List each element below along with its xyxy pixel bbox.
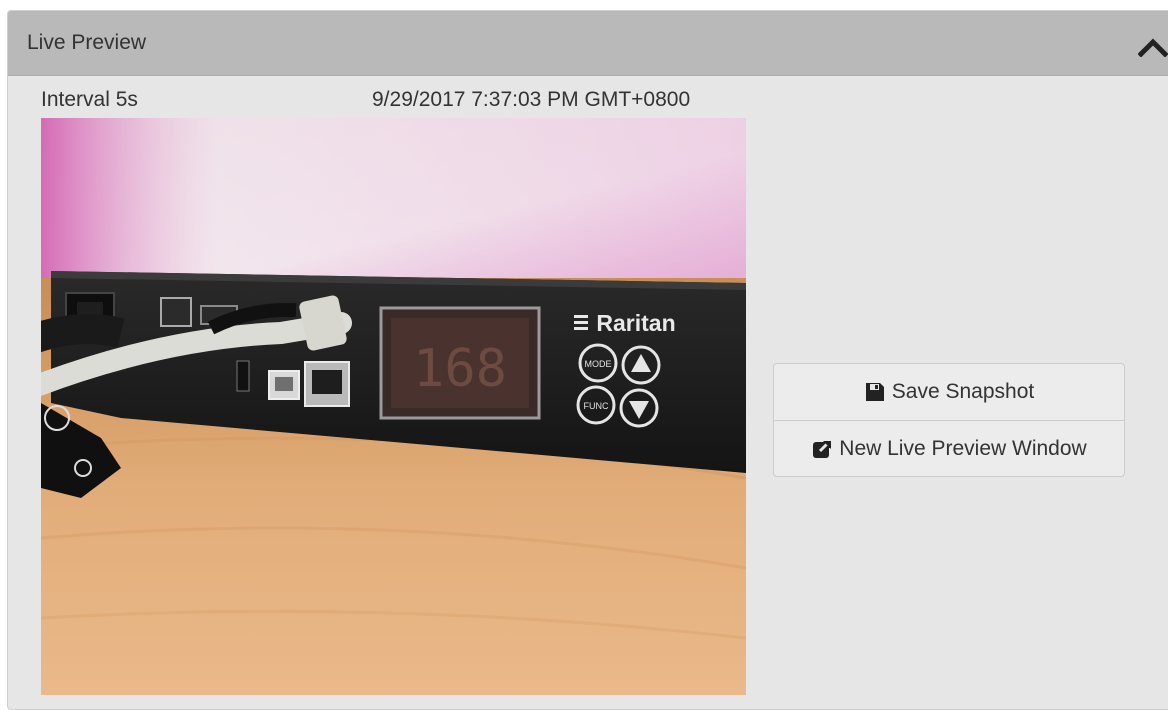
save-snapshot-button[interactable]: Save Snapshot (774, 364, 1124, 421)
svg-text:MODE: MODE (585, 359, 612, 369)
save-snapshot-label: Save Snapshot (891, 380, 1035, 403)
live-preview-panel: Live Preview Interval 5s 9/29/2017 7:37:… (7, 10, 1168, 710)
interval-label: Interval 5s (41, 88, 138, 111)
live-preview-image: 168 Raritan MODE FUNC (41, 118, 746, 695)
new-live-preview-window-label: New Live Preview Window (839, 437, 1087, 460)
svg-text:FUNC: FUNC (584, 401, 609, 411)
panel-title: Live Preview (27, 31, 147, 54)
brand-logo: Raritan (596, 310, 675, 336)
external-link-icon (813, 441, 832, 458)
timestamp: 9/29/2017 7:37:03 PM GMT+0800 (372, 88, 691, 111)
action-button-group: Save Snapshot New Live Preview Window (773, 363, 1125, 477)
display-digits: 168 (413, 339, 507, 399)
new-live-preview-window-button[interactable]: New Live Preview Window (774, 421, 1124, 476)
panel-header[interactable]: Live Preview (8, 11, 1168, 76)
floppy-disk-icon (865, 383, 884, 401)
chevron-up-icon[interactable] (1137, 37, 1168, 58)
